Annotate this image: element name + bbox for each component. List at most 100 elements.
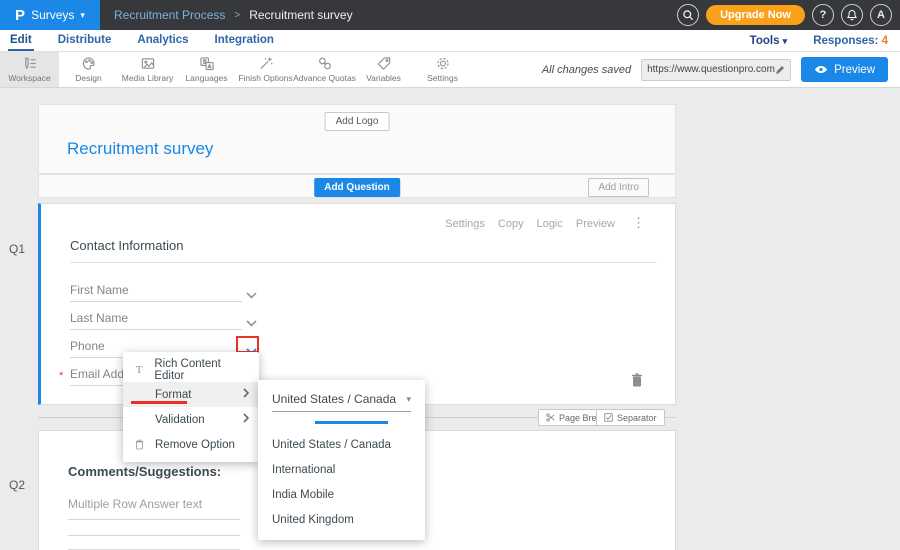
tool-settings[interactable]: Settings (413, 52, 472, 87)
survey-editor-app: P Surveys ▾ Recruitment Process > Recrui… (0, 0, 900, 550)
tab-analytics[interactable]: Analytics (135, 30, 190, 51)
required-marker: * (59, 370, 63, 382)
survey-title[interactable]: Recruitment survey (67, 139, 213, 159)
question-title-underline (70, 262, 657, 263)
annotation-highlight-box (236, 336, 259, 353)
tool-advance-quotas[interactable]: Advance Quotas (295, 52, 354, 87)
question-actions: Settings Copy Logic Preview (445, 218, 615, 230)
field-options-context-menu: T Rich Content Editor Format Validation … (123, 352, 259, 462)
tab-edit[interactable]: Edit (8, 30, 34, 51)
gear-icon (435, 56, 451, 71)
tab-distribute[interactable]: Distribute (56, 30, 114, 51)
questionpro-logo-icon: P (15, 7, 25, 24)
image-icon (140, 56, 156, 71)
trash-icon (631, 373, 643, 387)
survey-header-section: Add Logo Recruitment survey (38, 104, 676, 174)
field-row-last-name[interactable]: Last Name (70, 307, 242, 330)
question-logic-link[interactable]: Logic (537, 218, 563, 230)
tool-languages[interactable]: Languages (177, 52, 236, 87)
field-options-chevron-icon[interactable] (246, 314, 257, 332)
question-title-q2[interactable]: Comments/Suggestions: (68, 464, 221, 479)
tools-menu[interactable]: Tools ▾ (750, 35, 788, 47)
add-intro-button[interactable]: Add Intro (588, 178, 649, 197)
add-question-button[interactable]: Add Question (314, 178, 400, 197)
answer-line (68, 519, 240, 520)
translate-icon (199, 56, 215, 71)
delete-question-button[interactable] (631, 373, 643, 392)
tool-design[interactable]: Design (59, 52, 118, 87)
eye-icon (814, 65, 828, 74)
menu-item-remove-option[interactable]: Remove Option (123, 432, 259, 457)
chain-links-icon (317, 56, 333, 71)
active-indicator (315, 421, 388, 424)
notifications-button[interactable] (841, 4, 863, 26)
edit-pencil-icon[interactable] (775, 65, 785, 75)
breadcrumb-separator-icon: > (234, 10, 240, 21)
add-question-row: Add Question Add Intro (38, 174, 676, 198)
tool-finish-options[interactable]: Finish Options (236, 52, 295, 87)
annotation-red-underline (131, 401, 187, 404)
chevron-down-icon: ▾ (783, 36, 788, 46)
scissors-icon (546, 413, 555, 422)
avatar[interactable]: A (870, 4, 892, 26)
breadcrumb: Recruitment Process > Recruitment survey (114, 8, 353, 22)
tool-media-library[interactable]: Media Library (118, 52, 177, 87)
survey-url-input[interactable] (647, 64, 775, 75)
tool-variables[interactable]: Variables (354, 52, 413, 87)
field-row-first-name[interactable]: First Name (70, 279, 242, 302)
checkbox-icon (604, 413, 613, 422)
tag-icon (376, 56, 392, 71)
format-options-list: United States / Canada International Ind… (258, 432, 425, 532)
format-option-us-canada[interactable]: United States / Canada (258, 432, 425, 457)
answer-line (68, 535, 240, 536)
upgrade-now-button[interactable]: Upgrade Now (706, 5, 805, 25)
responses-link[interactable]: Responses: 4 (813, 35, 888, 47)
trash-outline-icon (133, 439, 146, 450)
format-submenu: United States / Canada ▾ United States /… (258, 380, 425, 540)
editor-toolbar: Workspace Design Media Library Languages… (0, 52, 900, 88)
question-copy-link[interactable]: Copy (498, 218, 524, 230)
palette-icon (81, 56, 97, 71)
responses-count: 4 (882, 35, 888, 47)
survey-canvas: Q1 Q2 Add Logo Recruitment survey Add Qu… (0, 88, 900, 550)
survey-url-field[interactable] (641, 59, 791, 81)
search-button[interactable] (677, 4, 699, 26)
format-option-india-mobile[interactable]: India Mobile (258, 482, 425, 507)
tabs-right: Tools ▾ Responses: 4 (750, 30, 900, 51)
kebab-menu-icon[interactable]: ⋮ (632, 216, 645, 229)
save-status: All changes saved (542, 64, 631, 76)
chevron-down-icon: ▾ (406, 394, 411, 405)
chevron-down-icon: ▾ (80, 10, 85, 21)
search-icon (682, 9, 694, 21)
breadcrumb-folder[interactable]: Recruitment Process (114, 8, 225, 22)
preview-button[interactable]: Preview (801, 57, 888, 82)
tab-integration[interactable]: Integration (213, 30, 276, 51)
format-select[interactable]: United States / Canada ▾ (272, 392, 411, 412)
chevron-right-icon (243, 413, 249, 426)
question-number-q1: Q1 (9, 242, 25, 256)
top-header: P Surveys ▾ Recruitment Process > Recrui… (0, 0, 900, 30)
workspace-icon (22, 56, 38, 71)
menu-item-rich-content-editor[interactable]: T Rich Content Editor (123, 357, 259, 382)
menu-item-validation[interactable]: Validation (123, 407, 259, 432)
question-title-q1[interactable]: Contact Information (70, 238, 183, 253)
breadcrumb-current: Recruitment survey (249, 8, 352, 22)
answer-placeholder[interactable]: Multiple Row Answer text (68, 497, 202, 511)
tool-workspace[interactable]: Workspace (0, 52, 59, 87)
product-name: Surveys (31, 8, 74, 22)
add-logo-button[interactable]: Add Logo (325, 112, 390, 131)
help-button[interactable]: ? (812, 4, 834, 26)
chevron-right-icon (243, 388, 249, 401)
toolbar-right: All changes saved Preview (542, 52, 900, 87)
separator-button[interactable]: Separator (596, 409, 665, 426)
product-switcher[interactable]: P Surveys ▾ (0, 0, 100, 30)
question-settings-link[interactable]: Settings (445, 218, 485, 230)
rich-text-icon: T (133, 364, 145, 376)
magic-wand-icon (258, 56, 274, 71)
format-option-united-kingdom[interactable]: United Kingdom (258, 507, 425, 532)
question-preview-link[interactable]: Preview (576, 218, 615, 230)
header-actions: Upgrade Now ? A (677, 4, 900, 26)
format-option-international[interactable]: International (258, 457, 425, 482)
field-options-chevron-icon[interactable] (246, 286, 257, 304)
question-number-q2: Q2 (9, 478, 25, 492)
